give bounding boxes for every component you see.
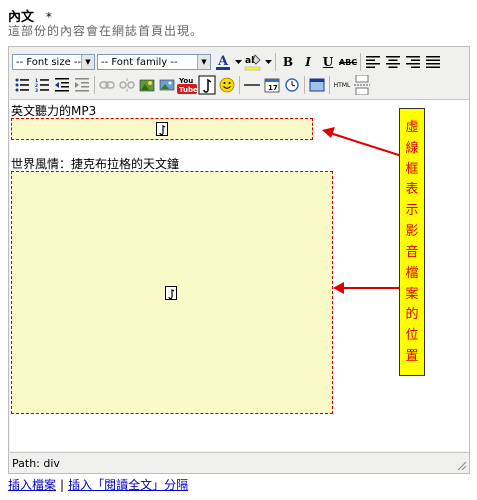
annotation-char: 的 <box>405 307 419 323</box>
link-separator: | <box>60 478 65 492</box>
annotation-char: 表 <box>405 182 419 198</box>
arrow-head-mp3 <box>322 127 335 138</box>
annotation-char: 虛 <box>405 119 419 135</box>
editor-links: 插入檔案 | 插入「閱讀全文」分隔 <box>8 476 188 493</box>
annotation-char: 示 <box>405 203 419 219</box>
arrow-to-mp3 <box>329 132 409 159</box>
annotation-char: 影 <box>405 224 419 240</box>
annotation-char: 檔 <box>405 265 419 281</box>
annotation-callout: 虛線框表示影音檔案的位置 <box>399 108 425 376</box>
annotation-char: 位 <box>405 328 419 344</box>
annotation-char: 線 <box>405 140 419 156</box>
annotation-char: 案 <box>405 286 419 302</box>
annotation-char: 音 <box>405 244 419 260</box>
annotation-char: 框 <box>405 161 419 177</box>
insert-file-link[interactable]: 插入檔案 <box>8 478 56 492</box>
arrow-head-video <box>333 282 344 294</box>
annotation-char: 置 <box>405 349 419 365</box>
insert-more-link[interactable]: 插入「閱讀全文」分隔 <box>68 478 188 492</box>
